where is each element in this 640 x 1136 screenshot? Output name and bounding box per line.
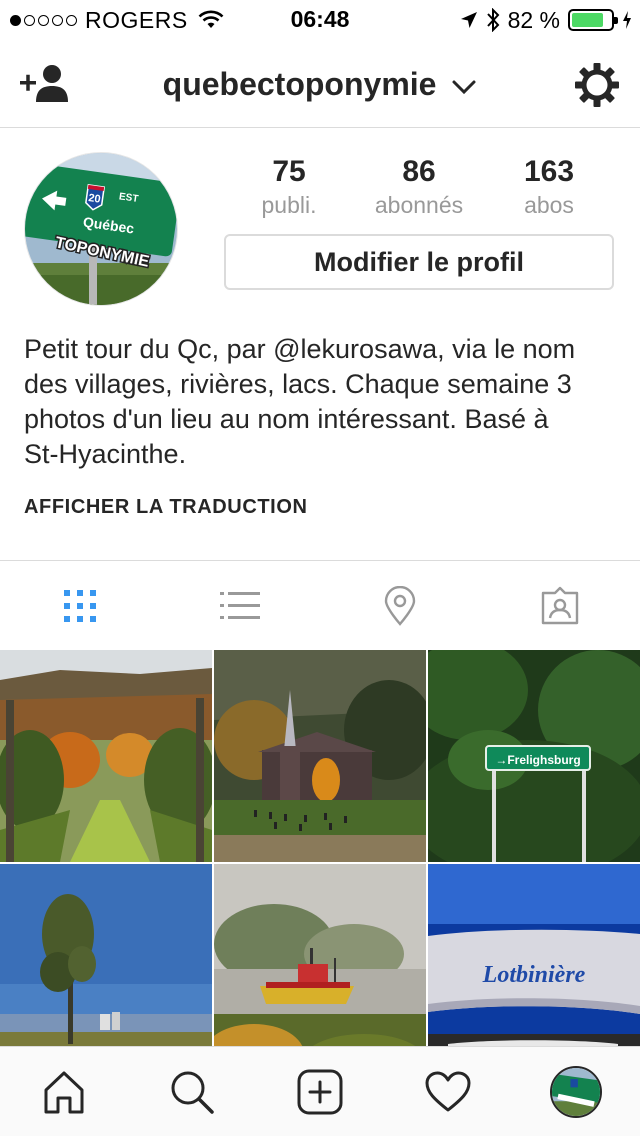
battery-percent: 82 %: [507, 6, 560, 33]
photo-frelighsburg-sign[interactable]: →Frelighsburg: [428, 650, 640, 862]
profile-avatar[interactable]: 20 EST Québec TOPONYMIE: [24, 152, 178, 306]
photo-image: [214, 650, 426, 862]
stat-posts[interactable]: 75 publi.: [224, 152, 354, 222]
status-bar: ROGERS 06:48 82 %: [0, 0, 640, 40]
show-translation-link[interactable]: AFFICHER LA TRADUCTION: [24, 496, 308, 519]
photo-boat-in-fog[interactable]: [214, 864, 426, 1076]
status-right: 82 %: [460, 6, 632, 34]
photo-image: →Frelighsburg: [428, 650, 640, 862]
activity-heart-icon: [425, 1071, 471, 1111]
gear-icon[interactable]: [574, 62, 620, 108]
location-arrow-icon: [460, 12, 477, 28]
grid-view-icon: [64, 589, 96, 622]
photo-image: [0, 650, 212, 862]
bio-line: Petit tour du Qc, par @lekurosawa, via l…: [24, 334, 576, 364]
bio-line: des villages, rivières, lacs. Chaque sem…: [24, 369, 572, 399]
avatar-highway-number: 20: [88, 192, 102, 206]
tab-profile[interactable]: [512, 1047, 640, 1136]
tab-list-view[interactable]: [160, 561, 320, 650]
bottom-tab-bar: [0, 1046, 640, 1136]
stat-following[interactable]: 163 abos: [484, 152, 614, 222]
photo-orchard-autumn[interactable]: [0, 650, 212, 862]
charging-bolt-icon: [623, 11, 631, 29]
profile-view-tabs: [0, 560, 640, 650]
profile-avatar-icon: [550, 1065, 602, 1118]
tab-home[interactable]: [0, 1047, 128, 1136]
tab-new-post[interactable]: [256, 1047, 384, 1136]
profile-header-bar: quebectoponymie: [0, 40, 640, 128]
tagged-photos-icon: [541, 586, 579, 624]
photo-lone-tree[interactable]: [0, 864, 212, 1076]
battery-icon: [568, 9, 618, 31]
profile-bio: Petit tour du Qc, par @lekurosawa, via l…: [24, 332, 624, 472]
tab-tagged[interactable]: [480, 561, 640, 650]
new-post-icon: [297, 1069, 343, 1114]
photo-church[interactable]: [214, 650, 426, 862]
photo-lotbiniere-sign[interactable]: Lotbinière: [428, 864, 640, 1076]
sign-frelighsburg-text: →Frelighsburg: [495, 753, 580, 767]
stat-following-label: abos: [524, 192, 574, 218]
chevron-down-icon: [452, 80, 476, 94]
photo-image: Lotbinière: [428, 864, 640, 1076]
stat-followers[interactable]: 86 abonnés: [354, 152, 484, 222]
bio-line: St-Hyacinthe.: [24, 439, 187, 469]
location-pin-icon: [384, 585, 416, 626]
stat-posts-count: 75: [272, 155, 306, 188]
photo-grid: →Frelighsburg Lotbinière: [0, 650, 640, 1076]
home-icon: [44, 1071, 84, 1113]
profile-stats: 75 publi. 86 abonnés 163 abos: [224, 152, 614, 222]
bluetooth-icon: [486, 8, 499, 32]
sign-lotbiniere-text: Lotbinière: [482, 962, 586, 988]
stat-followers-count: 86: [402, 155, 436, 188]
bio-line: photos d'un lieu au nom intéressant. Bas…: [24, 404, 549, 434]
tab-grid-view[interactable]: [0, 561, 160, 650]
photo-image: [214, 864, 426, 1076]
tab-activity[interactable]: [384, 1047, 512, 1136]
stat-followers-label: abonnés: [374, 192, 464, 218]
stat-posts-label: publi.: [261, 192, 317, 218]
tab-search[interactable]: [128, 1047, 256, 1136]
username-title: quebectoponymie: [162, 66, 437, 102]
stat-following-count: 163: [523, 155, 575, 188]
username-switcher[interactable]: quebectoponymie: [0, 66, 640, 103]
edit-profile-button[interactable]: Modifier le profil: [224, 234, 614, 290]
list-view-icon: [220, 591, 260, 619]
photo-image: [0, 864, 212, 1076]
avatar-image: 20 EST Québec TOPONYMIE: [25, 153, 177, 305]
tab-locations[interactable]: [320, 561, 480, 650]
search-icon: [171, 1071, 214, 1114]
